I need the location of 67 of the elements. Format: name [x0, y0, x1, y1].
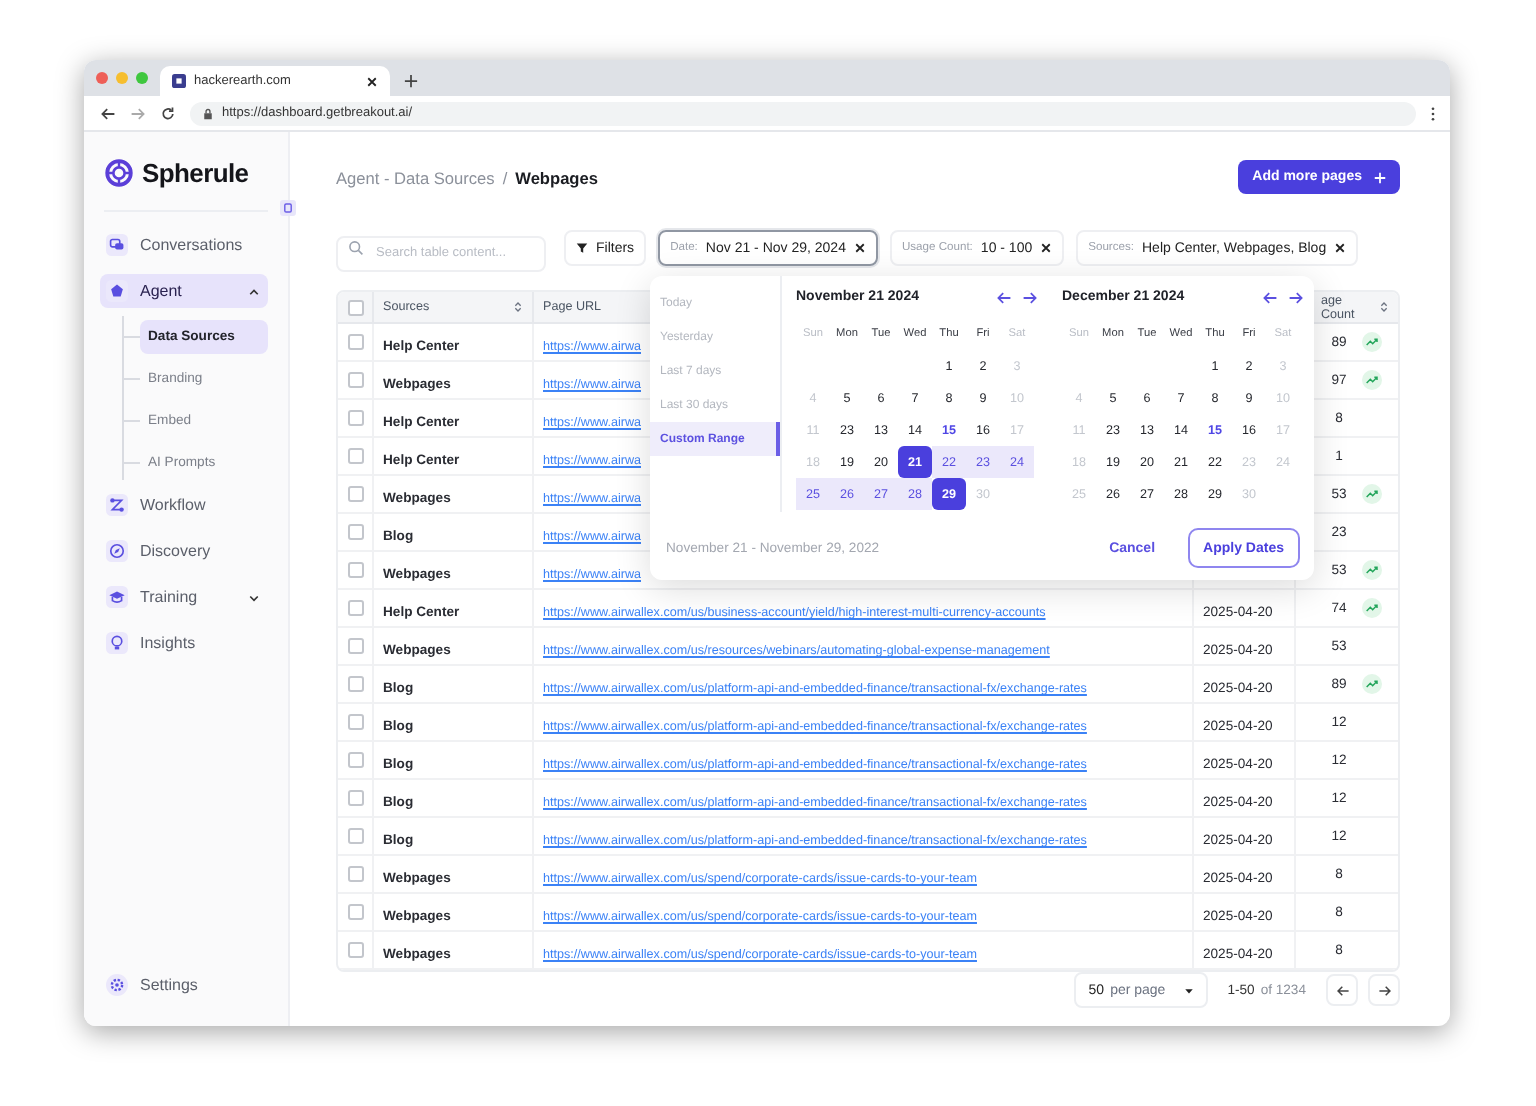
collapse-sidebar-icon[interactable] — [280, 200, 296, 216]
row-checkbox[interactable] — [348, 448, 364, 464]
search-icon — [348, 240, 364, 256]
logo-icon — [104, 157, 134, 187]
row-checkbox[interactable] — [348, 638, 364, 654]
previous-month-icon[interactable] — [996, 289, 1012, 305]
brand-name: Spherule — [142, 157, 249, 187]
breadcrumb-link[interactable]: Agent - Data Sources — [336, 167, 495, 187]
chevron-icon[interactable] — [248, 285, 260, 297]
lock-icon — [202, 107, 214, 119]
nav-item[interactable]: Agent — [100, 274, 268, 308]
forward-icon[interactable] — [130, 105, 146, 121]
row-checkbox[interactable] — [348, 790, 364, 806]
sort-icon[interactable] — [1379, 300, 1387, 314]
row-checkbox[interactable] — [348, 904, 364, 920]
left-arrow-icon — [1335, 983, 1349, 997]
row-checkbox[interactable] — [348, 562, 364, 578]
chat-icon — [106, 234, 128, 256]
breadcrumb-separator: / — [502, 167, 508, 187]
compass-icon — [106, 540, 128, 562]
row-checkbox[interactable] — [348, 372, 364, 388]
more-icon[interactable] — [1430, 105, 1436, 121]
row-checkbox[interactable] — [348, 676, 364, 692]
chevron-icon[interactable] — [248, 591, 260, 603]
cap-icon — [106, 586, 128, 608]
caret-icon — [1183, 985, 1194, 995]
row-checkbox[interactable] — [348, 942, 364, 958]
close-icon[interactable] — [853, 242, 866, 254]
close-icon[interactable] — [1334, 242, 1347, 254]
page-title: Webpages — [515, 167, 598, 187]
nav-item[interactable]: Workflow — [100, 488, 268, 522]
plus-icon — [1374, 171, 1386, 183]
favicon-icon — [172, 74, 186, 88]
close-icon[interactable] — [366, 75, 378, 87]
next-page-button[interactable] — [1368, 974, 1400, 1006]
sort-icon[interactable] — [513, 300, 521, 314]
back-icon[interactable] — [100, 105, 116, 121]
new-tab-icon[interactable] — [404, 74, 418, 88]
row-checkbox[interactable] — [348, 828, 364, 844]
filter-icon — [576, 242, 588, 254]
settings-item[interactable]: Settings — [100, 968, 268, 1002]
row-checkbox[interactable] — [348, 714, 364, 730]
select-all-checkbox[interactable] — [348, 299, 364, 315]
row-checkbox[interactable] — [348, 600, 364, 616]
row-checkbox[interactable] — [348, 752, 364, 768]
row-checkbox[interactable] — [348, 334, 364, 350]
reload-icon[interactable] — [160, 105, 176, 121]
bulb-icon — [106, 632, 128, 654]
nav-item[interactable]: Training — [100, 580, 268, 614]
next-month-icon[interactable] — [1022, 289, 1038, 305]
flow-icon — [106, 494, 128, 516]
right-arrow-icon — [1377, 983, 1391, 997]
nav-item[interactable]: Insights — [100, 626, 268, 660]
close-window-icon[interactable] — [96, 72, 108, 84]
row-checkbox[interactable] — [348, 524, 364, 540]
gear-icon — [106, 974, 128, 996]
row-checkbox[interactable] — [348, 486, 364, 502]
previous-month-icon[interactable] — [1262, 289, 1278, 305]
maximize-window-icon[interactable] — [136, 72, 148, 84]
nav-item[interactable]: Discovery — [100, 534, 268, 568]
minimize-window-icon[interactable] — [116, 72, 128, 84]
close-icon[interactable] — [1040, 242, 1053, 254]
next-month-icon[interactable] — [1288, 289, 1304, 305]
row-checkbox[interactable] — [348, 866, 364, 882]
nav-item[interactable]: Conversations — [100, 228, 268, 262]
row-checkbox[interactable] — [348, 410, 364, 426]
previous-page-button[interactable] — [1326, 974, 1358, 1006]
